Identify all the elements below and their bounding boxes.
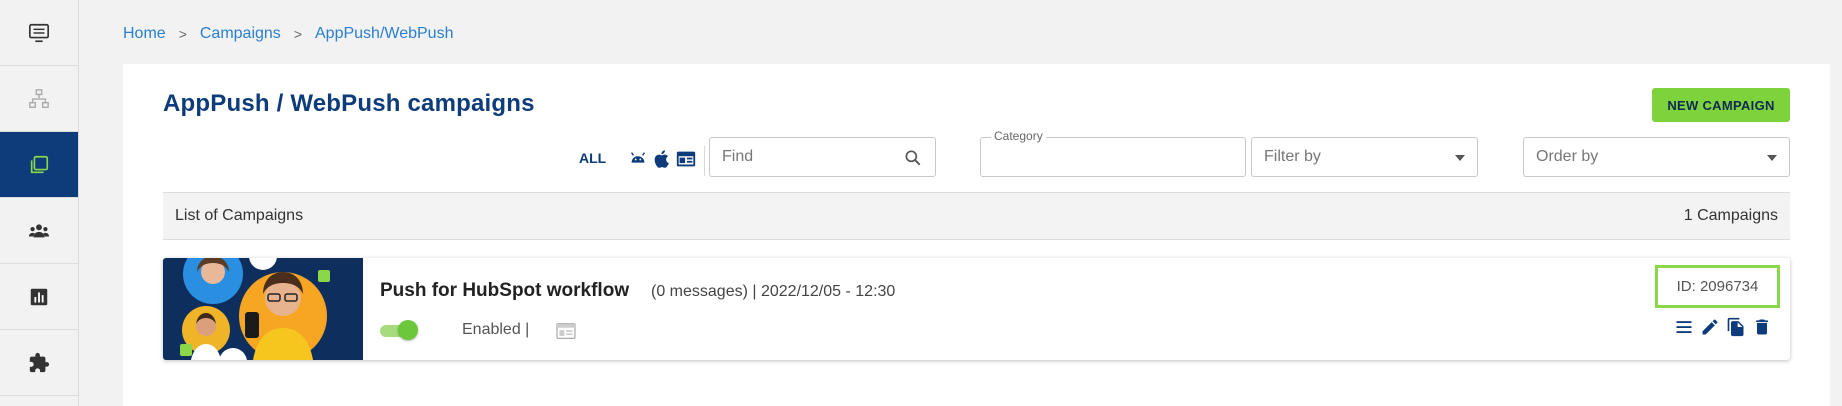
search-icon[interactable] xyxy=(903,148,923,168)
campaign-id: ID: 2096734 xyxy=(1676,278,1759,295)
sidebar-item-integrations[interactable] xyxy=(0,330,78,396)
page-title: AppPush / WebPush campaigns xyxy=(163,90,535,117)
campaign-row[interactable]: Push for HubSpot workflow (0 messages) |… xyxy=(163,258,1790,360)
category-label: Category xyxy=(991,129,1046,143)
sidebar-item-campaigns[interactable] xyxy=(0,132,78,198)
platform-filter-all[interactable]: ALL xyxy=(579,150,606,166)
category-input[interactable] xyxy=(981,138,1245,176)
row-actions xyxy=(1673,316,1773,338)
web-icon[interactable] xyxy=(675,148,697,175)
new-campaign-button[interactable]: NEW CAMPAIGN xyxy=(1652,88,1790,122)
order-by-select[interactable]: Order by xyxy=(1523,137,1790,177)
search-field xyxy=(709,137,936,177)
breadcrumb-campaigns[interactable]: Campaigns xyxy=(200,25,281,43)
caret-down-icon xyxy=(1455,155,1465,161)
campaigns-icon xyxy=(30,155,49,173)
filter-by-select[interactable]: Filter by xyxy=(1251,137,1478,177)
breadcrumb-home[interactable]: Home xyxy=(123,25,166,43)
breadcrumb-current[interactable]: AppPush/WebPush xyxy=(315,25,453,43)
campaign-thumbnail xyxy=(163,258,363,360)
duplicate-icon[interactable] xyxy=(1725,316,1747,338)
sidebar-item-reports[interactable] xyxy=(0,264,78,330)
monitor-icon xyxy=(29,23,49,42)
caret-down-icon xyxy=(1767,155,1777,161)
search-input[interactable] xyxy=(710,138,935,176)
enabled-toggle[interactable] xyxy=(380,320,418,340)
order-by-value: Order by xyxy=(1536,148,1599,165)
filter-divider xyxy=(704,146,705,176)
campaign-count: 1 Campaigns xyxy=(1683,207,1778,224)
sidebar xyxy=(0,0,79,406)
users-icon xyxy=(28,223,50,237)
breadcrumb: Home > Campaigns > AppPush/WebPush xyxy=(123,25,453,43)
apple-icon[interactable] xyxy=(651,148,673,175)
sidebar-item-dashboard[interactable] xyxy=(0,0,78,66)
category-field: Category xyxy=(980,129,1246,177)
android-icon[interactable] xyxy=(627,148,649,175)
toggle-knob xyxy=(398,320,418,340)
breadcrumb-separator: > xyxy=(293,26,302,42)
sidebar-item-structure[interactable] xyxy=(0,66,78,132)
filter-by-value: Filter by xyxy=(1264,148,1321,165)
campaign-id-badge: ID: 2096734 xyxy=(1655,265,1780,308)
breadcrumb-separator: > xyxy=(178,26,187,42)
chart-icon xyxy=(30,288,48,305)
puzzle-icon xyxy=(29,352,50,372)
campaign-name[interactable]: Push for HubSpot workflow xyxy=(380,280,629,302)
details-menu-icon[interactable] xyxy=(1673,316,1695,338)
sitemap-icon xyxy=(29,88,49,108)
delete-icon[interactable] xyxy=(1751,316,1773,338)
sidebar-item-contacts[interactable] xyxy=(0,198,78,264)
list-header: List of Campaigns 1 Campaigns xyxy=(163,192,1790,240)
web-platform-icon xyxy=(556,323,576,339)
campaign-meta: (0 messages) | 2022/12/05 - 12:30 xyxy=(651,283,896,300)
list-title: List of Campaigns xyxy=(175,207,304,224)
campaigns-panel: AppPush / WebPush campaigns NEW CAMPAIGN… xyxy=(123,64,1830,406)
status-text: Enabled | xyxy=(462,321,530,338)
edit-icon[interactable] xyxy=(1699,316,1721,338)
